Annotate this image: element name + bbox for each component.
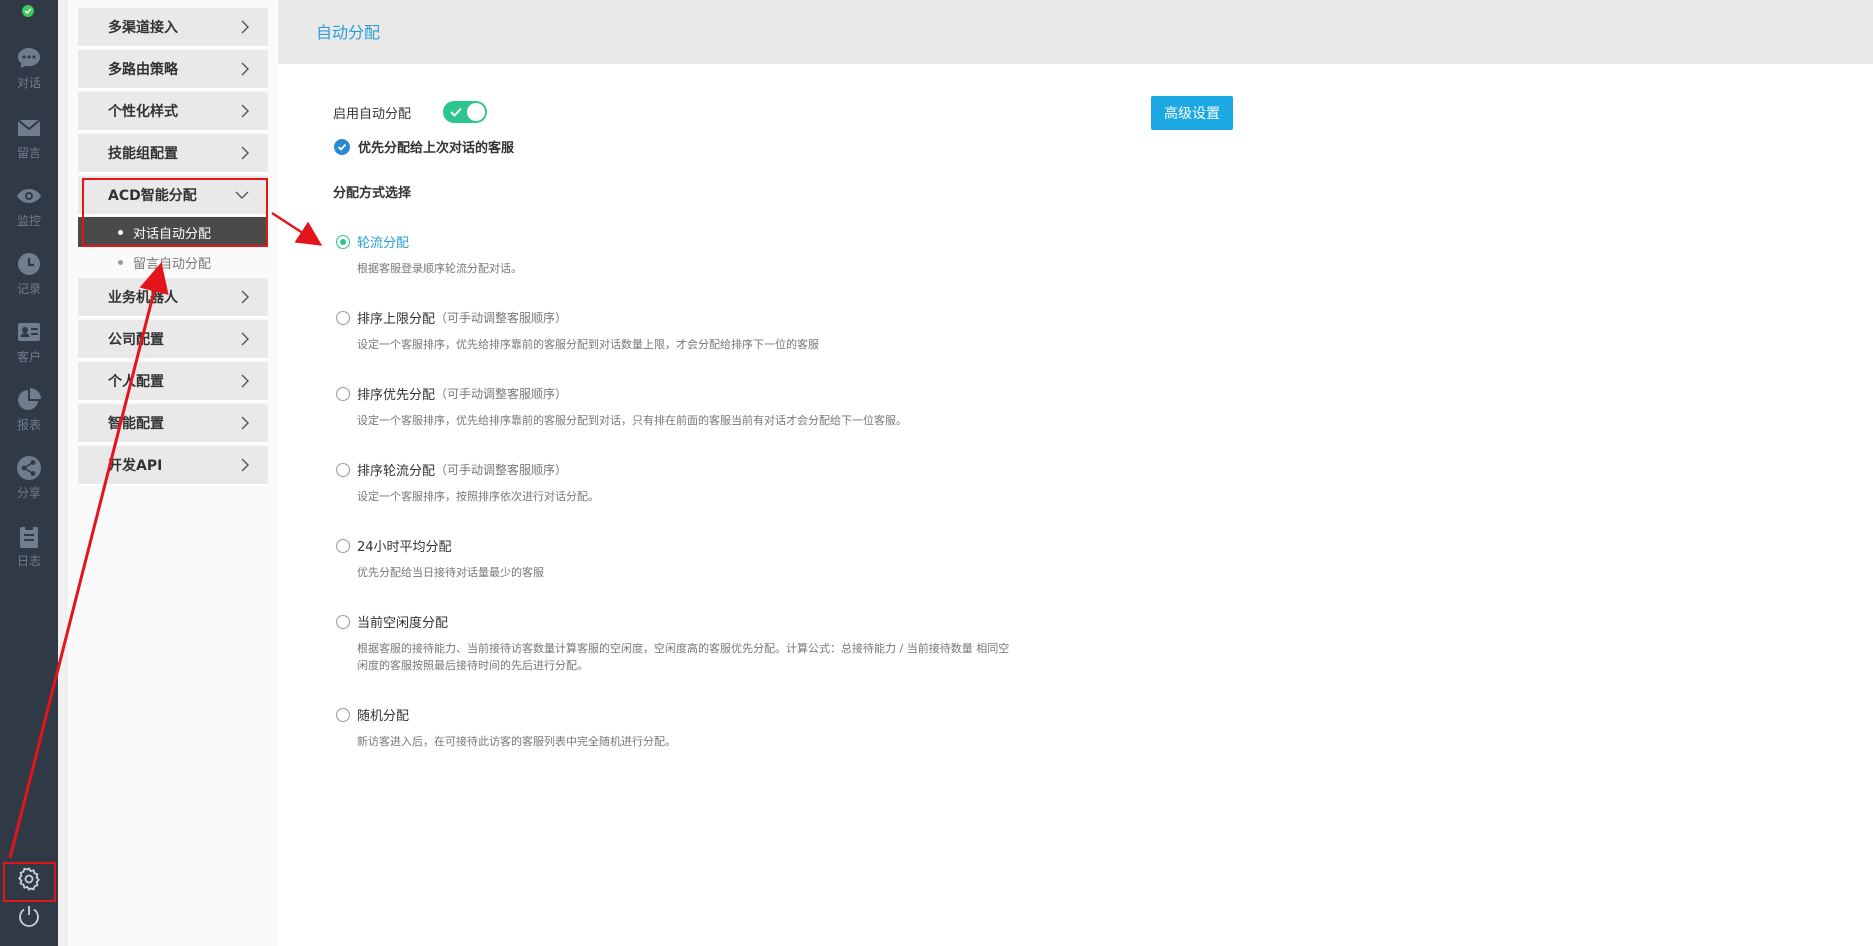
arrow-settings-to-menu <box>8 262 169 859</box>
arrow-menu-to-option <box>271 211 323 246</box>
annotation-arrows <box>8 211 323 859</box>
